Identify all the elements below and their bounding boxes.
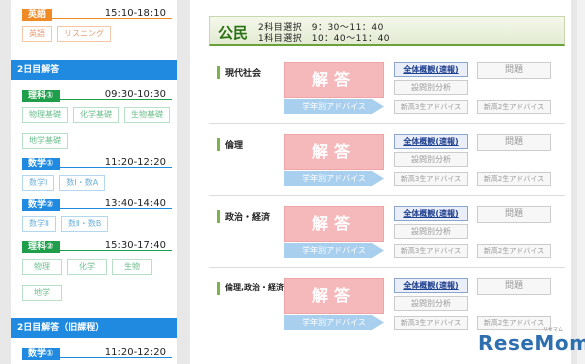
answer-button[interactable]: 解答 — [284, 134, 384, 170]
subject-time: 09:30-10:30 — [104, 89, 166, 100]
new3-advice-button[interactable]: 新高3生アドバイス — [394, 100, 468, 114]
question-button[interactable]: 問題 — [477, 206, 551, 223]
grade-advice-button[interactable]: 学年別アドバイス — [284, 243, 384, 258]
subject-english: 英語 15:10-18:10 — [22, 8, 172, 21]
row-subject-name: 倫理,政治・経済 — [225, 283, 285, 292]
overview-button[interactable]: 全体概観(速報) — [394, 62, 468, 77]
chip-math2b[interactable]: 数Ⅱ・数B — [60, 216, 109, 232]
main-area: 公民 2科目選択 9：30〜11：40 1科目選択 10：40〜11：40 現代… — [201, 0, 585, 364]
subject-science2: 理科② 15:30-17:40 — [22, 240, 172, 253]
chip-chemistry-basic[interactable]: 化学基礎 — [73, 107, 119, 123]
chip-earth-basic[interactable]: 地学基礎 — [22, 133, 68, 149]
grade-advice-button[interactable]: 学年別アドバイス — [284, 315, 384, 330]
row-subject-name: 政治・経済 — [225, 213, 271, 223]
subject-tag: 理科② — [22, 241, 60, 253]
resemom-logo-sub: リセマム — [543, 327, 564, 333]
question-button[interactable]: 問題 — [477, 62, 551, 79]
subject-time: 13:40-14:40 — [104, 198, 166, 209]
subject-tag: 数学① — [22, 158, 60, 170]
chip-math1[interactable]: 数学Ⅰ — [22, 175, 55, 191]
subject-time: 11:20-12:20 — [104, 347, 166, 358]
new3-advice-button[interactable]: 新高3生アドバイス — [394, 244, 468, 258]
chip-math2[interactable]: 数学Ⅱ — [22, 216, 56, 232]
english-chips: 英語 リスニング — [22, 26, 111, 42]
grade-advice-button[interactable]: 学年別アドバイス — [284, 99, 384, 114]
new2-advice-button[interactable]: 新高2生アドバイス — [477, 244, 551, 258]
row-marker — [217, 282, 220, 295]
subject-tag: 理科① — [22, 90, 60, 102]
subject-row: 倫理 解答 学年別アドバイス 全体概観(速報) 問題 設問別分析 新高3生アドバ… — [209, 130, 565, 196]
subject-science1: 理科① 09:30-10:30 — [22, 89, 172, 102]
row-marker — [217, 210, 220, 223]
subject-time: 15:30-17:40 — [104, 240, 166, 251]
chip-math1a[interactable]: 数Ⅰ・数A — [59, 175, 106, 191]
question-analysis-button[interactable]: 設問別分析 — [394, 224, 468, 239]
math1-chips: 数学Ⅰ 数Ⅰ・数A — [22, 175, 106, 191]
science1-chips-row2: 地学基礎 — [22, 133, 68, 149]
day2-header: 2日目解答 — [11, 60, 177, 80]
row-marker — [217, 66, 220, 79]
section-heading: 公民 2科目選択 9：30〜11：40 1科目選択 10：40〜11：40 — [209, 16, 565, 46]
new3-advice-button[interactable]: 新高3生アドバイス — [394, 316, 468, 330]
answer-button[interactable]: 解答 — [284, 62, 384, 98]
grade-advice-button[interactable]: 学年別アドバイス — [284, 171, 384, 186]
section-title: 公民 — [218, 24, 249, 42]
subject-time: 15:10-18:10 — [104, 8, 166, 19]
chip-physics-basic[interactable]: 物理基礎 — [22, 107, 68, 123]
new3-advice-button[interactable]: 新高3生アドバイス — [394, 172, 468, 186]
chip-biology-basic[interactable]: 生物基礎 — [124, 107, 170, 123]
science2-chips-row2: 地学 — [22, 285, 62, 301]
overview-button[interactable]: 全体概観(速報) — [394, 206, 468, 221]
question-analysis-button[interactable]: 設問別分析 — [394, 296, 468, 311]
chip-chemistry[interactable]: 化学 — [67, 259, 107, 275]
new2-advice-button[interactable]: 新高2生アドバイス — [477, 172, 551, 186]
subject-tag: 数学① — [22, 348, 60, 360]
chip-listening[interactable]: リスニング — [57, 26, 111, 42]
chip-earth[interactable]: 地学 — [22, 285, 62, 301]
question-button[interactable]: 問題 — [477, 134, 551, 151]
chip-biology[interactable]: 生物 — [112, 259, 152, 275]
subject-math2: 数学② 13:40-14:40 — [22, 198, 172, 211]
subject-row: 現代社会 解答 学年別アドバイス 全体概観(速報) 問題 設問別分析 新高3生ア… — [209, 58, 565, 124]
question-analysis-button[interactable]: 設問別分析 — [394, 80, 468, 95]
row-subject-name: 現代社会 — [225, 69, 262, 79]
answer-button[interactable]: 解答 — [284, 278, 384, 314]
subject-tag: 数学② — [22, 199, 60, 211]
question-analysis-button[interactable]: 設問別分析 — [394, 152, 468, 167]
schedule-line-2: 1科目選択 10：40〜11：40 — [258, 34, 391, 44]
row-subject-name: 倫理 — [225, 141, 244, 151]
subject-tag: 英語 — [22, 9, 53, 21]
chip-english[interactable]: 英語 — [22, 26, 52, 42]
answer-button[interactable]: 解答 — [284, 206, 384, 242]
overview-button[interactable]: 全体概観(速報) — [394, 134, 468, 149]
scrollbar[interactable] — [577, 0, 585, 364]
chip-physics[interactable]: 物理 — [22, 259, 62, 275]
row-marker — [217, 138, 220, 151]
science1-chips-row1: 物理基礎 化学基礎 生物基礎 — [22, 107, 170, 123]
subject-old-math1: 数学① 11:20-12:20 — [22, 347, 172, 360]
new2-advice-button[interactable]: 新高2生アドバイス — [477, 316, 551, 330]
question-button[interactable]: 問題 — [477, 278, 551, 295]
subject-row: 政治・経済 解答 学年別アドバイス 全体概観(速報) 問題 設問別分析 新高3生… — [209, 202, 565, 268]
day2-old-header: 2日目解答（旧課程） — [11, 318, 177, 338]
resemom-logo: ReseMom — [478, 331, 585, 355]
new2-advice-button[interactable]: 新高2生アドバイス — [477, 100, 551, 114]
subject-time: 11:20-12:20 — [104, 157, 166, 168]
subject-math1: 数学① 11:20-12:20 — [22, 157, 172, 170]
main-panel: 公民 2科目選択 9：30〜11：40 1科目選択 10：40〜11：40 現代… — [201, 0, 571, 364]
overview-button[interactable]: 全体概観(速報) — [394, 278, 468, 293]
math2-chips: 数学Ⅱ 数Ⅱ・数B — [22, 216, 109, 232]
science2-chips-row1: 物理 化学 生物 — [22, 259, 152, 275]
